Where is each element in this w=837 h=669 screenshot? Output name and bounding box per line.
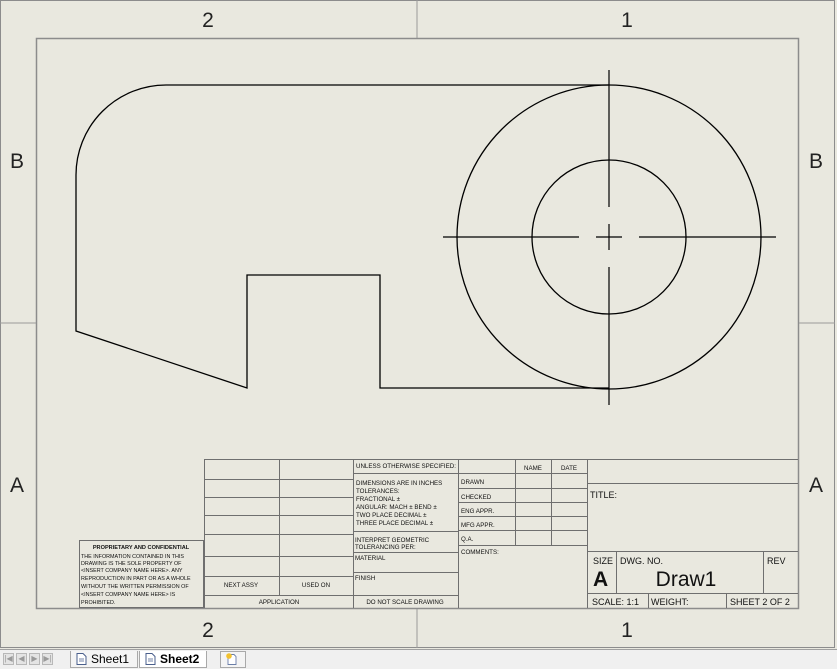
zone-label-right-a: A xyxy=(809,474,823,497)
finish-label: FINISH xyxy=(355,575,375,582)
next-sheet-icon[interactable]: ▶ xyxy=(29,653,40,665)
drawing-sheet: 2 1 2 1 B B A A UNLESS OTHERWISE SPECIFI… xyxy=(0,0,835,648)
rev-label: REV xyxy=(767,556,786,566)
proprietary-line: <INSERT COMPANY NAME HERE> IS xyxy=(81,592,176,598)
title-label: TITLE: xyxy=(590,490,617,500)
zone-label-left-a: A xyxy=(10,474,24,497)
zone-label-left-b: B xyxy=(10,150,24,173)
sheet-icon xyxy=(76,653,87,665)
prev-sheet-icon[interactable]: ◀ xyxy=(16,653,27,665)
proprietary-line: REPRODUCTION IN PART OR AS A WHOLE xyxy=(81,576,191,582)
application-label: APPLICATION xyxy=(259,599,299,606)
drawn-label: DRAWN xyxy=(461,479,484,486)
proprietary-line: PROHIBITED. xyxy=(81,600,115,606)
material-label: MATERIAL xyxy=(355,555,386,562)
two-place-label: TWO PLACE DECIMAL ± xyxy=(356,512,427,519)
unless-specified-label: UNLESS OTHERWISE SPECIFIED: xyxy=(356,463,456,470)
tab-sheet2[interactable]: Sheet2 xyxy=(139,651,207,668)
sheet-of-label: SHEET 2 OF 2 xyxy=(730,597,790,607)
zone-label-top-1: 1 xyxy=(621,9,633,32)
weight-label: WEIGHT: xyxy=(651,597,689,607)
mfg-appr-label: MFG APPR. xyxy=(461,522,495,529)
qa-label: Q.A. xyxy=(461,536,474,543)
proprietary-line: DRAWING IS THE SOLE PROPERTY OF xyxy=(81,561,182,567)
zone-label-bottom-1: 1 xyxy=(621,619,633,642)
do-not-scale-label: DO NOT SCALE DRAWING xyxy=(366,599,444,606)
used-on-label: USED ON xyxy=(302,582,330,589)
zone-label-right-b: B xyxy=(809,150,823,173)
tolerances-label: TOLERANCES: xyxy=(356,488,400,495)
eng-appr-label: ENG APPR. xyxy=(461,508,495,515)
dimensions-label: DIMENSIONS ARE IN INCHES xyxy=(356,480,442,487)
comments-label: COMMENTS: xyxy=(461,549,499,556)
zone-label-top-2: 2 xyxy=(202,9,214,32)
size-value: A xyxy=(593,568,608,591)
proprietary-line: WITHOUT THE WRITTEN PERMISSION OF xyxy=(81,584,189,590)
size-label: SIZE xyxy=(593,556,613,566)
name-header: NAME xyxy=(524,465,542,472)
dwg-no-label: DWG. NO. xyxy=(620,556,663,566)
tab-label: Sheet2 xyxy=(160,652,200,666)
three-place-label: THREE PLACE DECIMAL ± xyxy=(356,520,434,527)
zone-label-bottom-2: 2 xyxy=(202,619,214,642)
interpret-label-2: TOLERANCING PER: xyxy=(355,544,416,551)
scale-label: SCALE: 1:1 xyxy=(592,597,639,607)
interpret-label-1: INTERPRET GEOMETRIC xyxy=(355,537,430,544)
add-sheet-icon[interactable] xyxy=(220,651,246,668)
tab-label: Sheet1 xyxy=(91,652,130,666)
proprietary-line: <INSERT COMPANY NAME HERE>. ANY xyxy=(81,568,183,574)
checked-label: CHECKED xyxy=(461,494,492,501)
proprietary-title: PROPRIETARY AND CONFIDENTIAL xyxy=(93,545,190,551)
sheet-icon xyxy=(145,653,156,665)
next-assy-label: NEXT ASSY xyxy=(224,582,258,589)
sheet-tab-bar: |◀ ◀ ▶ ▶| Sheet1 Sheet2 xyxy=(0,649,837,669)
dwg-no-value[interactable]: Draw1 xyxy=(656,568,717,591)
fractional-label: FRACTIONAL ± xyxy=(356,496,401,503)
first-sheet-icon[interactable]: |◀ xyxy=(3,653,14,665)
tab-sheet1[interactable]: Sheet1 xyxy=(70,651,138,668)
proprietary-line: THE INFORMATION CONTAINED IN THIS xyxy=(81,554,184,560)
angular-label: ANGULAR: MACH ± BEND ± xyxy=(356,504,437,511)
last-sheet-icon[interactable]: ▶| xyxy=(42,653,53,665)
date-header: DATE xyxy=(561,465,577,472)
